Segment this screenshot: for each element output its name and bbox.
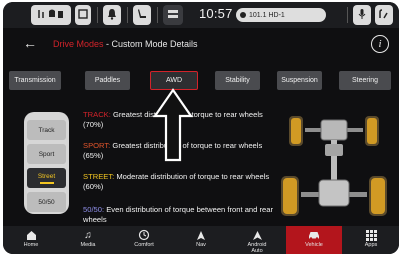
selector-option-street[interactable]: Street (27, 168, 66, 188)
seat-heat-button[interactable] (133, 5, 151, 25)
mode-button[interactable] (75, 5, 91, 25)
car-icon (307, 229, 321, 241)
tab-stability[interactable]: Stability (215, 71, 260, 90)
outside-temp-button[interactable] (163, 5, 183, 25)
nav-android-auto[interactable]: Android Auto (229, 226, 285, 254)
navigation-arrow-icon (196, 229, 206, 241)
notifications-button[interactable] (103, 5, 121, 25)
selector-option-label: Sport (38, 150, 55, 158)
radio-station-label: 101.1 HD-1 (249, 11, 285, 19)
infotainment-screen: 10:57 101.1 HD-1 ← Drive Modes - Custom … (3, 2, 399, 254)
microphone-icon (357, 8, 367, 23)
radio-icon (240, 12, 246, 18)
phone-mic-button[interactable] (353, 5, 371, 25)
driver-settings-icon (36, 7, 66, 24)
nav-label: Media (80, 242, 96, 248)
tab-steering[interactable]: Steering (339, 71, 391, 90)
tab-label: Steering (351, 77, 379, 84)
home-icon (26, 229, 37, 241)
square-icon (78, 8, 88, 22)
selector-option-label: 50/50 (38, 198, 55, 206)
selected-indicator (39, 181, 54, 184)
5050-description: 50/50: Even distribution of torque betwe… (83, 205, 273, 225)
driver-settings-button[interactable] (31, 5, 71, 25)
5050-text: Even distribution of torque between fron… (83, 205, 273, 224)
selector-option-sport[interactable]: Sport (27, 144, 66, 164)
divider (97, 7, 98, 23)
selector-option-track[interactable]: Track (27, 120, 66, 140)
nav-media[interactable]: ♫ Media (60, 226, 116, 254)
track-key: TRACK: (83, 110, 111, 119)
nav-nav[interactable]: Nav (173, 226, 229, 254)
divider (157, 7, 158, 23)
nav-label: Apps (364, 242, 378, 248)
tab-label: Paddles (94, 77, 121, 84)
tab-transmission[interactable]: Transmission (9, 71, 61, 90)
5050-key: 50/50: (83, 205, 105, 214)
climate-icon (138, 229, 150, 241)
tab-paddles[interactable]: Paddles (85, 71, 130, 90)
android-auto-icon (252, 229, 263, 241)
nav-label: Android Auto (247, 242, 267, 254)
selector-option-5050[interactable]: 50/50 (27, 192, 66, 212)
street-description: STREET: Moderate distribution of torque … (83, 172, 273, 192)
breadcrumb: Drive Modes - Custom Mode Details (53, 39, 198, 49)
info-icon: i (378, 38, 382, 50)
back-button[interactable]: ← (23, 35, 37, 51)
steering-heat-button[interactable] (375, 5, 393, 25)
selector-option-label: Track (38, 126, 55, 134)
bell-icon (107, 8, 117, 23)
divider (127, 7, 128, 23)
tab-suspension[interactable]: Suspension (277, 71, 322, 90)
page-header: ← Drive Modes - Custom Mode Details i (3, 30, 399, 62)
awd-mode-selector: Track Sport Street 50/50 (24, 112, 69, 214)
street-key: STREET: (83, 172, 115, 181)
radio-station-indicator[interactable]: 101.1 HD-1 (236, 8, 326, 22)
awd-drivetrain-diagram-icon (281, 116, 387, 216)
outside-temp-icon (166, 8, 180, 23)
callout-arrow-icon (153, 88, 193, 162)
clock: 10:57 (199, 6, 233, 21)
nav-label: Vehicle (305, 242, 323, 248)
back-arrow-icon: ← (23, 35, 37, 51)
apps-grid-icon (365, 229, 377, 241)
page-title: Custom Mode Details (111, 39, 198, 49)
nav-label: Nav (196, 242, 206, 248)
nav-label: Comfort (134, 242, 154, 248)
breadcrumb-parent[interactable]: Drive Modes (53, 39, 104, 49)
selector-option-label: Street (37, 172, 56, 180)
tab-label: Suspension (281, 77, 318, 84)
status-bar: 10:57 101.1 HD-1 (3, 2, 399, 28)
seat-icon (137, 8, 147, 23)
tab-label: AWD (165, 77, 183, 84)
sport-key: SPORT: (83, 141, 111, 150)
steering-heat-icon (378, 8, 390, 23)
music-note-icon: ♫ (84, 229, 92, 241)
tab-label: Transmission (14, 77, 56, 84)
divider (347, 7, 348, 23)
info-button[interactable]: i (371, 35, 389, 53)
nav-comfort[interactable]: Comfort (116, 226, 172, 254)
nav-home[interactable]: Home (3, 226, 59, 254)
bottom-nav-bar: Home ♫ Media Comfort Nav Android Auto Ve… (3, 226, 399, 254)
nav-label: Home (23, 242, 39, 248)
breadcrumb-separator: - (103, 39, 112, 49)
tab-label: Stability (225, 77, 250, 84)
nav-apps[interactable]: Apps (343, 226, 399, 254)
nav-vehicle[interactable]: Vehicle (286, 226, 342, 254)
